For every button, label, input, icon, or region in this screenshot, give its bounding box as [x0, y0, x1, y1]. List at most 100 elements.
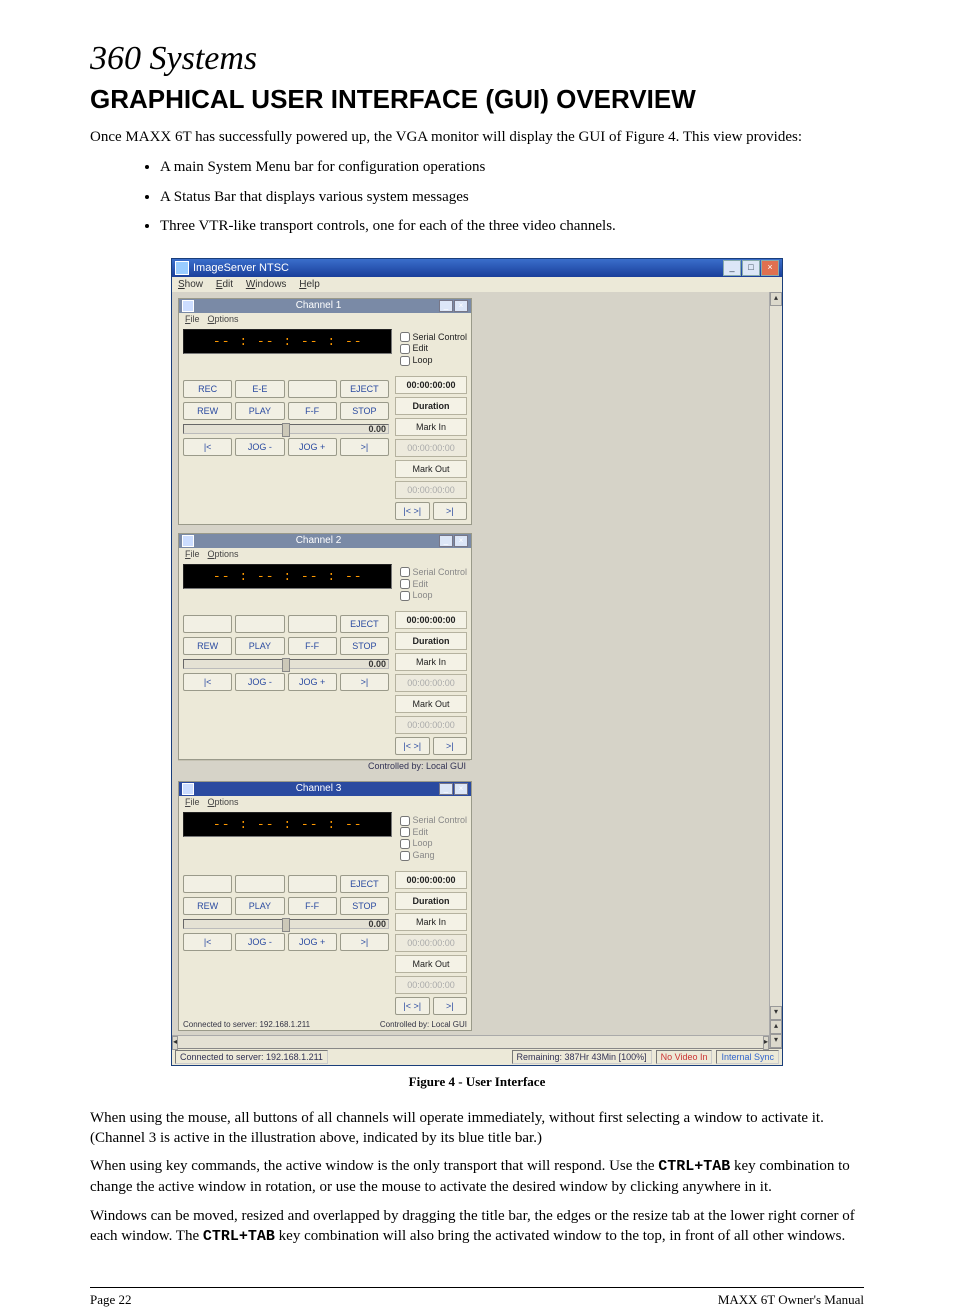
jog-button[interactable]: JOG -: [235, 933, 284, 951]
rew-button[interactable]: REW: [183, 402, 232, 420]
checkbox-input[interactable]: [400, 332, 410, 342]
channel-menu-item[interactable]: File: [185, 797, 200, 807]
vertical-scrollbar[interactable]: ▴ ▾ ▴ ▾: [769, 292, 782, 1048]
goto-button-0[interactable]: |< >|: [395, 997, 430, 1015]
checkbox-input[interactable]: [400, 567, 410, 577]
channel-minimize-button[interactable]: _: [439, 535, 453, 547]
rew-button[interactable]: REW: [183, 897, 232, 915]
checkbox-edit[interactable]: Edit: [400, 343, 467, 355]
ff-button[interactable]: F-F: [288, 402, 337, 420]
slider-thumb[interactable]: [282, 423, 290, 437]
play-button[interactable]: PLAY: [235, 402, 284, 420]
scroll-down-button[interactable]: ▾: [770, 1006, 782, 1020]
menu-windows[interactable]: Windows: [246, 279, 287, 290]
transport-button[interactable]: >|: [340, 438, 389, 456]
eject-button[interactable]: EJECT: [340, 380, 389, 398]
channel-titlebar[interactable]: Channel 1_×: [179, 299, 471, 313]
channel-window[interactable]: Channel 1_×FileOptions-- : -- : -- : --S…: [178, 298, 472, 525]
mark-in-button[interactable]: Mark In: [395, 418, 467, 436]
mark-in-button[interactable]: Mark In: [395, 653, 467, 671]
stop-button[interactable]: STOP: [340, 897, 389, 915]
checkbox-serial-control[interactable]: Serial Control: [400, 332, 467, 344]
checkbox-serial-control[interactable]: Serial Control: [400, 815, 467, 827]
checkbox-loop[interactable]: Loop: [400, 355, 467, 367]
channel-menu-item[interactable]: Options: [208, 797, 239, 807]
channel-menu-item[interactable]: File: [185, 549, 200, 559]
goto-button-1[interactable]: >|: [433, 997, 468, 1015]
channel-close-button[interactable]: ×: [454, 300, 468, 312]
channel-titlebar[interactable]: Channel 2_×: [179, 534, 471, 548]
ee-button[interactable]: E-E: [235, 380, 284, 398]
eject-button[interactable]: EJECT: [340, 875, 389, 893]
channel-minimize-button[interactable]: _: [439, 783, 453, 795]
jog-slider[interactable]: 0.00: [183, 919, 389, 929]
slider-thumb[interactable]: [282, 658, 290, 672]
scroll-up-button[interactable]: ▴: [770, 292, 782, 306]
menu-help[interactable]: Help: [299, 279, 320, 290]
transport-button[interactable]: |<: [183, 933, 232, 951]
transport-button[interactable]: |<: [183, 438, 232, 456]
rec-button[interactable]: REC: [183, 380, 232, 398]
mark-out-button[interactable]: Mark Out: [395, 955, 467, 973]
goto-button-1[interactable]: >|: [433, 737, 468, 755]
checkbox-edit[interactable]: Edit: [400, 579, 467, 591]
checkbox-input[interactable]: [400, 591, 410, 601]
channel-menubar[interactable]: File Options: [179, 796, 471, 808]
close-button[interactable]: ×: [761, 260, 779, 276]
checkbox-input[interactable]: [400, 356, 410, 366]
scroll-up-button-2[interactable]: ▴: [770, 1020, 782, 1034]
checkbox-loop[interactable]: Loop: [400, 838, 467, 850]
checkbox-loop[interactable]: Loop: [400, 590, 467, 602]
channel-window[interactable]: Channel 2_×FileOptions-- : -- : -- : --S…: [178, 533, 472, 760]
checkbox-gang[interactable]: Gang: [400, 850, 467, 862]
maximize-button[interactable]: □: [742, 260, 760, 276]
slider-thumb[interactable]: [282, 918, 290, 932]
channel-menubar[interactable]: File Options: [179, 548, 471, 560]
scroll-down-button-2[interactable]: ▾: [770, 1034, 782, 1048]
jog-button[interactable]: JOG +: [288, 933, 337, 951]
jog-slider[interactable]: 0.00: [183, 424, 389, 434]
channel-close-button[interactable]: ×: [454, 783, 468, 795]
checkbox-input[interactable]: [400, 827, 410, 837]
mark-out-button[interactable]: Mark Out: [395, 460, 467, 478]
menu-show[interactable]: Show: [178, 279, 203, 290]
transport-button[interactable]: >|: [340, 673, 389, 691]
jog-button[interactable]: JOG +: [288, 673, 337, 691]
mark-out-button[interactable]: Mark Out: [395, 695, 467, 713]
channel-menubar[interactable]: File Options: [179, 313, 471, 325]
checkbox-input[interactable]: [400, 839, 410, 849]
transport-button[interactable]: |<: [183, 673, 232, 691]
channel-titlebar[interactable]: Channel 3_×: [179, 782, 471, 796]
checkbox-input[interactable]: [400, 344, 410, 354]
goto-button-0[interactable]: |< >|: [395, 502, 430, 520]
minimize-button[interactable]: _: [723, 260, 741, 276]
channel-window[interactable]: Channel 3_×FileOptions-- : -- : -- : --S…: [178, 781, 472, 1031]
menu-edit[interactable]: Edit: [216, 279, 233, 290]
checkbox-input[interactable]: [400, 851, 410, 861]
channel-menu-item[interactable]: Options: [208, 314, 239, 324]
ff-button[interactable]: F-F: [288, 897, 337, 915]
mark-in-button[interactable]: Mark In: [395, 913, 467, 931]
goto-button-1[interactable]: >|: [433, 502, 468, 520]
stop-button[interactable]: STOP: [340, 402, 389, 420]
channel-menu-item[interactable]: Options: [208, 549, 239, 559]
play-button[interactable]: PLAY: [235, 637, 284, 655]
channel-close-button[interactable]: ×: [454, 535, 468, 547]
channel-minimize-button[interactable]: _: [439, 300, 453, 312]
checkbox-input[interactable]: [400, 579, 410, 589]
jog-button[interactable]: JOG +: [288, 438, 337, 456]
eject-button[interactable]: EJECT: [340, 615, 389, 633]
channel-menu-item[interactable]: File: [185, 314, 200, 324]
horizontal-scrollbar[interactable]: ◂ ▸: [172, 1035, 769, 1048]
jog-button[interactable]: JOG -: [235, 438, 284, 456]
goto-button-0[interactable]: |< >|: [395, 737, 430, 755]
checkbox-edit[interactable]: Edit: [400, 827, 467, 839]
jog-slider[interactable]: 0.00: [183, 659, 389, 669]
checkbox-serial-control[interactable]: Serial Control: [400, 567, 467, 579]
main-menubar[interactable]: Show Edit Windows Help: [172, 277, 782, 292]
play-button[interactable]: PLAY: [235, 897, 284, 915]
transport-button[interactable]: >|: [340, 933, 389, 951]
main-titlebar[interactable]: ImageServer NTSC _ □ ×: [172, 259, 782, 277]
stop-button[interactable]: STOP: [340, 637, 389, 655]
checkbox-input[interactable]: [400, 816, 410, 826]
